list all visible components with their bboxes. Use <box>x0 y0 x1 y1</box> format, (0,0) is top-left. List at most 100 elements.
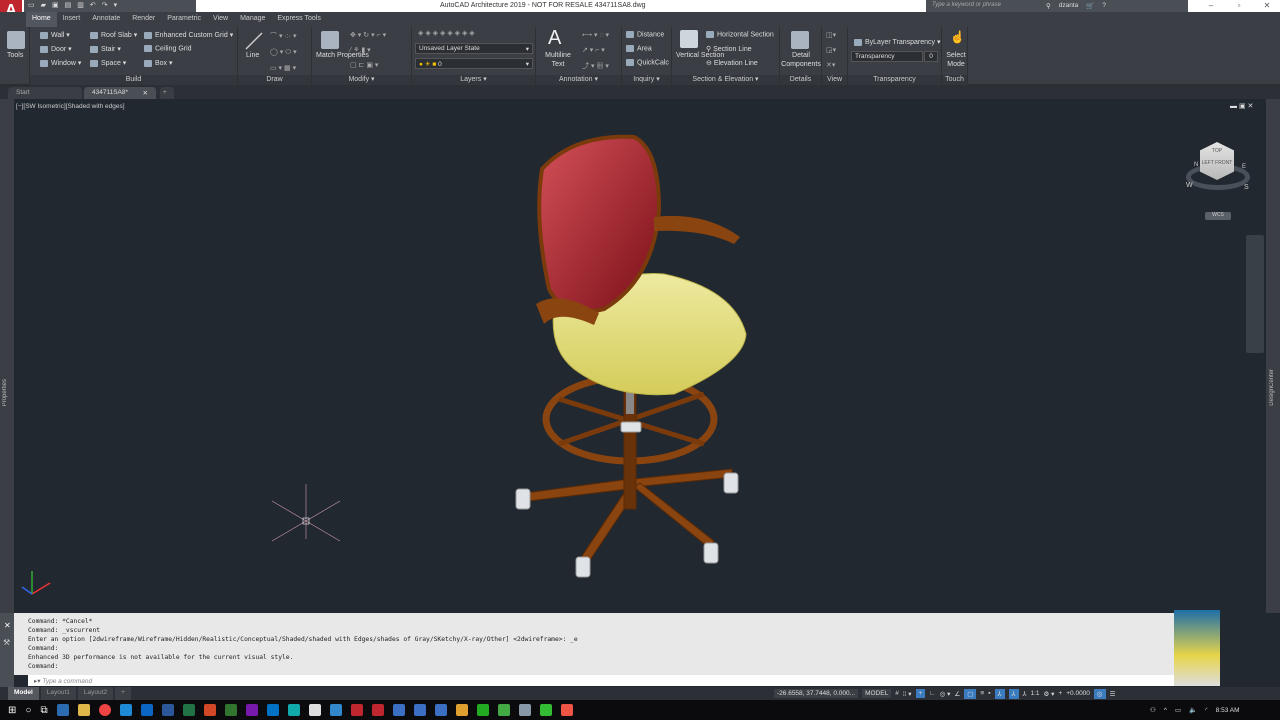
designcenter-label[interactable]: DesignCenter <box>1269 369 1275 406</box>
inquiry-panel-title[interactable]: Inquiry ▾ <box>622 75 671 85</box>
linkedin-icon[interactable] <box>140 704 153 716</box>
file-tab-start[interactable]: Start <box>8 87 82 99</box>
revit-2-icon[interactable] <box>413 704 426 716</box>
binoculars-icon[interactable]: ⚲ <box>1046 2 1051 10</box>
wcs-menu[interactable]: WCS <box>1205 212 1231 220</box>
properties-label[interactable]: Properties <box>2 379 8 406</box>
snap-icon[interactable]: ⁞⁞ ▾ <box>903 690 912 698</box>
model-viewport[interactable] <box>14 99 1266 613</box>
lineweight-icon[interactable]: ≡ <box>980 690 984 697</box>
compass-south[interactable]: S <box>1244 184 1249 191</box>
tab-layout1[interactable]: Layout1 <box>40 687 76 700</box>
close-command-line-icon[interactable]: ✕ <box>0 613 14 638</box>
sheet-icon[interactable] <box>497 704 510 716</box>
viewport-window-controls[interactable]: ▬ ▣ ✕ <box>1230 102 1253 110</box>
elevation-line-button[interactable]: ⊖ Elevation Line <box>706 59 758 67</box>
space-button[interactable]: Space ▾ <box>90 59 126 67</box>
tab-annotate[interactable]: Annotate <box>86 12 126 27</box>
onenote-icon[interactable] <box>245 704 258 716</box>
command-input[interactable]: ▸▾ Type a command <box>28 675 1174 686</box>
redo-icon[interactable]: ↷ <box>102 1 108 11</box>
model-space-toggle[interactable]: MODEL <box>862 689 892 698</box>
enhanced-custom-grid-button[interactable]: Enhanced Custom Grid ▾ <box>144 31 233 39</box>
layer-dropdown[interactable]: ● ☀ ■ 0 ▾ <box>415 58 533 69</box>
maximize-button[interactable]: ▫ <box>1224 0 1254 12</box>
save-icon[interactable]: ▣ <box>52 1 59 11</box>
start-windows-icon[interactable]: ⊞ <box>8 705 16 716</box>
designcenter-palette-strip[interactable]: DesignCenter <box>1266 99 1280 613</box>
cortana-icon[interactable]: ○ <box>25 705 31 716</box>
undo-icon[interactable]: ↶ <box>90 1 96 11</box>
coordinates-readout[interactable]: -26.6558, 37.7448, 0.000... <box>774 689 859 698</box>
add-layout-button[interactable]: + <box>115 687 131 700</box>
tab-model[interactable]: Model <box>8 687 39 700</box>
camtasia-icon[interactable] <box>539 704 552 716</box>
annotation-scale-icon[interactable]: ⅄ <box>1023 690 1027 698</box>
modify-tools[interactable]: ✥ ▾ ↻ ▾ ⌐ ▾ ⁄ ⚘ ▮ ▾ ▢ ⊏ ▣ ▾ <box>350 31 386 69</box>
navigation-bar[interactable] <box>1246 235 1264 353</box>
close-tab-icon[interactable]: ✕ <box>143 89 148 97</box>
volume-icon[interactable]: 🔈 <box>1189 706 1197 714</box>
vertical-section-icon[interactable] <box>680 30 698 48</box>
ceiling-grid-button[interactable]: Ceiling Grid <box>144 45 192 52</box>
help-icon[interactable]: ? <box>1102 2 1106 10</box>
powerpoint-icon[interactable] <box>203 704 216 716</box>
distance-button[interactable]: Distance <box>626 31 664 38</box>
window-button[interactable]: Window ▾ <box>40 59 81 67</box>
osnap-icon[interactable]: ◎ ▾ <box>940 690 951 698</box>
layer-tools[interactable]: ◈ ◈ ◈ ◈ ◈ ◈ ◈ ◈ <box>418 29 475 37</box>
search-input[interactable]: Type a keyword or phrase <box>926 0 1040 12</box>
angle-icon[interactable]: ∠ <box>954 690 960 698</box>
properties-palette-strip[interactable]: Properties <box>0 99 14 613</box>
annotation-scale-value[interactable]: 1:1 <box>1030 690 1039 697</box>
view-tools[interactable]: ◫▾ ◲▾ ✕▾ <box>826 31 836 69</box>
word-icon[interactable] <box>161 704 174 716</box>
command-line-handle[interactable]: ✕ ⚒ <box>0 613 14 687</box>
bylayer-transparency-dropdown[interactable]: ByLayer Transparency ▾ <box>854 38 941 46</box>
roof-slab-button[interactable]: Roof Slab ▾ <box>90 31 137 39</box>
print-icon[interactable]: ▥ <box>77 1 84 11</box>
select-mode-button[interactable]: Select Mode <box>945 51 967 69</box>
task-view-icon[interactable]: ⧉ <box>40 705 47 716</box>
app-f-icon[interactable] <box>455 704 468 716</box>
edge-alt-icon[interactable] <box>329 704 342 716</box>
annotation-panel-title[interactable]: Annotation ▾ <box>536 75 621 85</box>
customize-icon[interactable]: ☰ <box>1110 690 1116 698</box>
isolate-icon[interactable]: ◎ <box>1093 688 1106 699</box>
layers-panel-title[interactable]: Layers ▾ <box>412 75 535 85</box>
tab-home[interactable]: Home <box>26 12 57 27</box>
quickcalc-button[interactable]: QuickCalc <box>626 59 669 66</box>
wifi-icon[interactable]: ◜ <box>1205 706 1208 714</box>
multiline-text-icon[interactable]: A <box>548 27 561 50</box>
section-line-button[interactable]: ⚲ Section Line <box>706 45 752 53</box>
door-button[interactable]: Door ▾ <box>40 45 72 53</box>
compass-east[interactable]: E <box>1242 164 1246 170</box>
workspace-icon[interactable]: ▾ <box>114 1 118 11</box>
viewport-controls-label[interactable]: [−][SW Isometric][Shaded with edges] <box>16 103 125 110</box>
compass-north[interactable]: N <box>1194 162 1198 168</box>
hand-pointer-icon[interactable]: ☝ <box>950 30 965 44</box>
multiline-text-button[interactable]: Multiline Text <box>542 51 574 69</box>
new-icon[interactable]: ▭ <box>28 1 35 11</box>
line-button[interactable]: Line <box>246 52 259 59</box>
viewcube-top[interactable]: TOP <box>1212 148 1222 154</box>
tray-chevron-icon[interactable]: ^ <box>1164 707 1167 714</box>
compass-west[interactable]: W <box>1186 182 1193 189</box>
match-properties-icon[interactable] <box>321 31 339 49</box>
workspace-gear-icon[interactable]: ⚙ ▾ <box>1044 690 1055 698</box>
viewcube-front[interactable]: FRONT <box>1215 160 1232 166</box>
transparency-value[interactable]: 0 <box>924 51 938 62</box>
line-icon[interactable] <box>244 31 264 51</box>
ortho-icon[interactable]: + <box>915 689 926 698</box>
save-as-icon[interactable]: ▤ <box>65 1 72 11</box>
autocad-2-icon[interactable] <box>371 704 384 716</box>
elevation-offset[interactable]: +0.0000 <box>1066 690 1090 697</box>
layer-state-dropdown[interactable]: Unsaved Layer State ▾ <box>415 43 533 54</box>
open-icon[interactable]: ▰ <box>41 1 46 11</box>
viewcube[interactable]: TOP LEFT FRONT N W S E <box>1180 138 1256 202</box>
horizontal-section-button[interactable]: Horizontal Section <box>706 31 774 38</box>
cart-icon[interactable]: 🛒 <box>1086 2 1094 10</box>
autocad-icon[interactable] <box>350 704 363 716</box>
close-button[interactable]: ✕ <box>1252 0 1280 12</box>
tab-express-tools[interactable]: Express Tools <box>271 12 326 27</box>
